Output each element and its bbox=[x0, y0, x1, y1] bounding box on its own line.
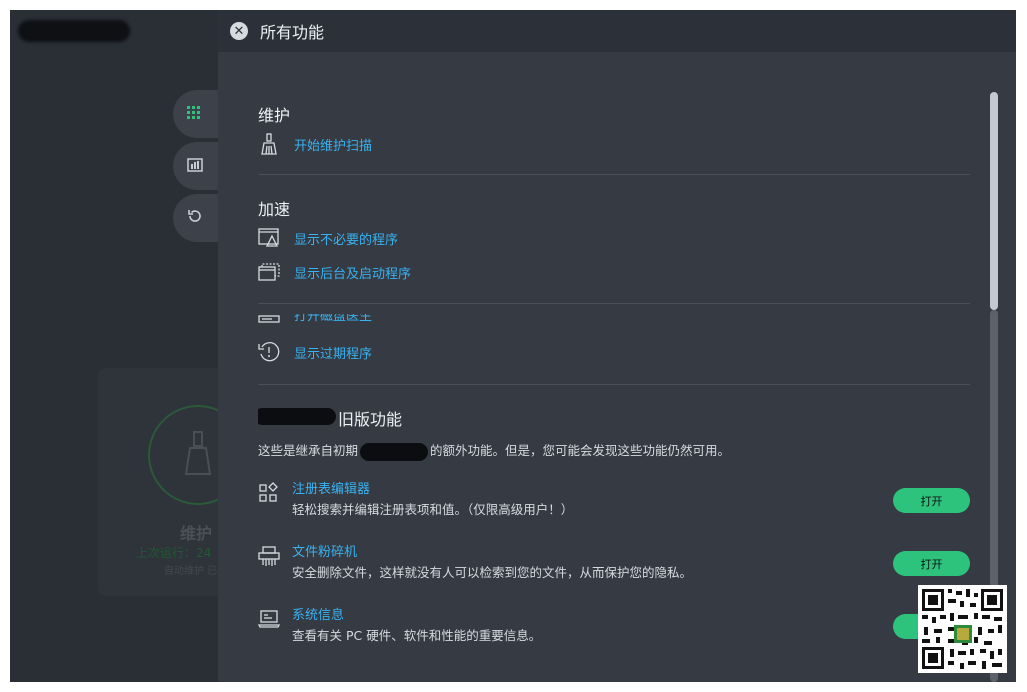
list-item: 文件粉碎机 安全删除文件，这样就没有人可以检索到您的文件，从而保护您的隐私。 打… bbox=[258, 541, 970, 585]
shredder-icon bbox=[258, 545, 280, 567]
list-item: 系统信息 查看有关 PC 硬件、软件和性能的重要信息。 bbox=[258, 604, 970, 648]
registry-editor-link[interactable]: 注册表编辑器 bbox=[292, 478, 370, 497]
broom-icon bbox=[178, 430, 218, 480]
legacy-description: 这些是继承自初期 的额外功能。但是，您可能会发现这些功能仍然可用。 bbox=[258, 440, 730, 461]
close-button[interactable]: ✕ bbox=[230, 22, 248, 40]
divider bbox=[258, 303, 970, 304]
list-item: 注册表编辑器 轻松搜索并编辑注册表项和值。（仅限高级用户！） 打开 bbox=[258, 478, 970, 522]
item-description: 轻松搜索并编辑注册表项和值。（仅限高级用户！） bbox=[292, 502, 574, 517]
close-icon: ✕ bbox=[233, 23, 245, 39]
system-info-icon bbox=[258, 608, 281, 630]
show-background-startup-programs-link[interactable]: 显示后台及启动程序 bbox=[258, 260, 411, 284]
app-window: 维护 上次运行：24 自动维护 已 ✕ 所有功能 维护 开始维护扫描 加速 显示… bbox=[10, 10, 1016, 682]
qr-code-overlay bbox=[918, 585, 1007, 673]
registry-icon bbox=[258, 482, 280, 504]
legacy-desc-prefix: 这些是继承自初期 bbox=[258, 443, 359, 458]
file-shredder-link[interactable]: 文件粉碎机 bbox=[292, 541, 357, 560]
windows-stack-icon bbox=[258, 261, 280, 283]
redacted-brand bbox=[258, 408, 336, 425]
divider bbox=[258, 384, 970, 385]
feature-label: 显示后台及启动程序 bbox=[294, 266, 412, 282]
broom-icon bbox=[258, 133, 280, 155]
start-maintenance-scan-link[interactable]: 开始维护扫描 bbox=[258, 132, 372, 156]
feature-label: 打开磁盘医生 bbox=[294, 314, 373, 324]
redacted-logo bbox=[18, 20, 130, 42]
chart-icon bbox=[187, 157, 203, 176]
features-list: 维护 开始维护扫描 加速 显示不必要的程序 显示后台及启动程序 打开磁盘医生 显… bbox=[258, 52, 970, 682]
system-info-link[interactable]: 系统信息 bbox=[292, 604, 344, 623]
all-features-panel: ✕ 所有功能 维护 开始维护扫描 加速 显示不必要的程序 显示后台及启动程序 打… bbox=[218, 10, 1016, 682]
grid-icon bbox=[187, 105, 201, 124]
section-title-maintenance: 维护 bbox=[258, 106, 291, 125]
maintenance-card-title: 维护 bbox=[180, 524, 213, 543]
item-description: 安全删除文件，这样就没有人可以检索到您的文件，从而保护您的隐私。 bbox=[292, 565, 693, 580]
open-registry-editor-button[interactable]: 打开 bbox=[893, 488, 970, 513]
feature-label: 开始维护扫描 bbox=[294, 138, 373, 154]
feature-label: 显示不必要的程序 bbox=[294, 232, 399, 248]
disk-icon bbox=[258, 314, 280, 325]
feature-label: 显示过期程序 bbox=[294, 346, 373, 362]
scrollbar-thumb[interactable] bbox=[990, 92, 998, 310]
outdated-icon bbox=[258, 341, 280, 363]
last-run-text: 上次运行：24 bbox=[136, 546, 212, 560]
window-warning-icon bbox=[258, 227, 280, 249]
panel-header: ✕ 所有功能 bbox=[218, 10, 1016, 52]
redacted-brand bbox=[360, 442, 429, 461]
open-file-shredder-button[interactable]: 打开 bbox=[893, 551, 970, 576]
divider bbox=[258, 174, 970, 175]
auto-maintenance-text: 自动维护 已 bbox=[164, 566, 218, 577]
open-disk-doctor-link[interactable]: 打开磁盘医生 bbox=[258, 314, 372, 326]
item-description: 查看有关 PC 硬件、软件和性能的重要信息。 bbox=[292, 628, 542, 643]
section-title-legacy: 旧版功能 bbox=[338, 410, 403, 429]
history-icon bbox=[187, 208, 203, 228]
show-outdated-programs-link[interactable]: 显示过期程序 bbox=[258, 340, 372, 364]
show-unnecessary-programs-link[interactable]: 显示不必要的程序 bbox=[258, 226, 398, 250]
panel-title: 所有功能 bbox=[260, 23, 325, 42]
section-title-speedup: 加速 bbox=[258, 200, 291, 219]
clipped-row: 打开磁盘医生 bbox=[258, 314, 970, 326]
legacy-desc-suffix: 的额外功能。但是，您可能会发现这些功能仍然可用。 bbox=[430, 443, 731, 458]
